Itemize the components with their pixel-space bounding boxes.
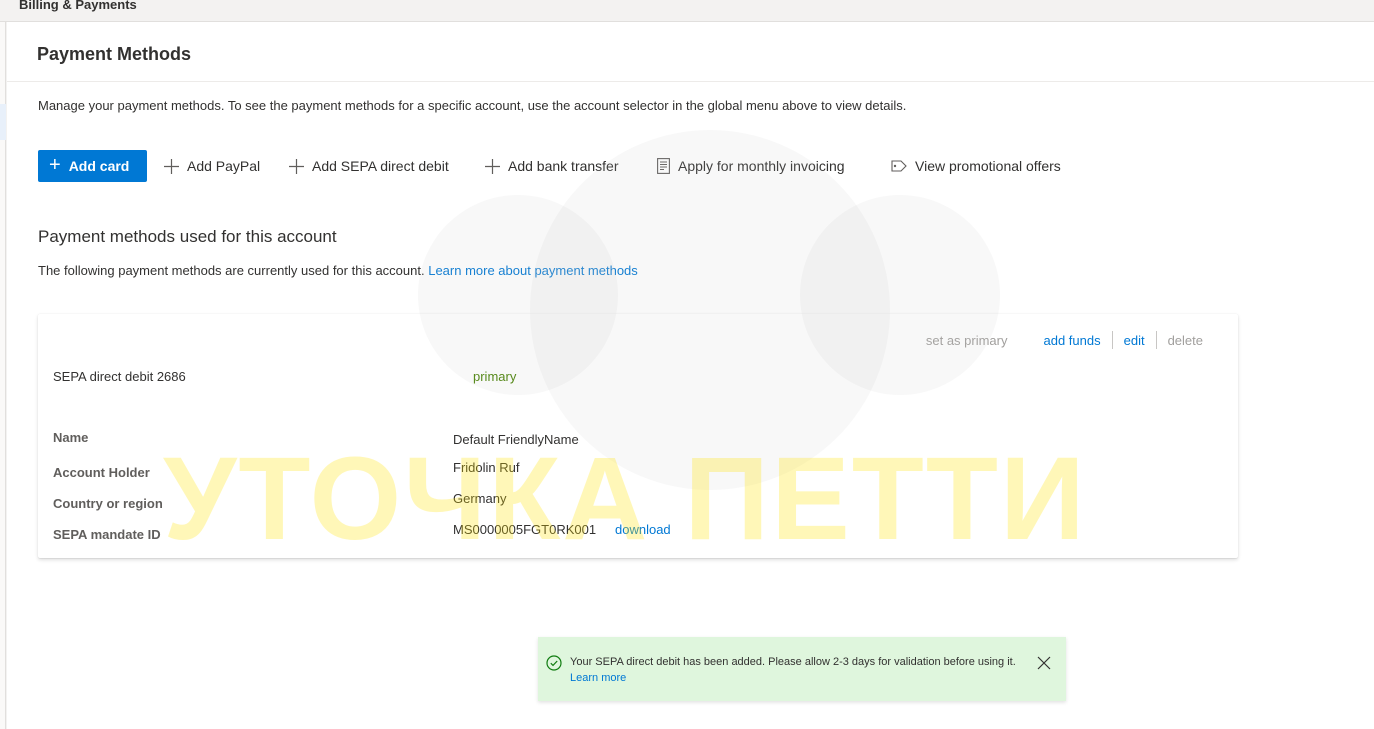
account-holder-value: Fridolin Ruf — [453, 460, 520, 475]
add-sepa-button[interactable]: Add SEPA direct debit — [289, 150, 449, 182]
main-panel: Payment Methods Manage your payment meth… — [7, 22, 1374, 729]
add-card-button[interactable]: + Add card — [38, 150, 147, 182]
plus-icon — [289, 158, 304, 174]
add-bank-transfer-button[interactable]: Add bank transfer — [485, 150, 619, 182]
section-description: The following payment methods are curren… — [38, 263, 638, 278]
learn-more-payment-methods-link[interactable]: Learn more about payment methods — [428, 263, 638, 278]
view-promotional-offers-label: View promotional offers — [915, 158, 1061, 174]
card-actions: set as primary add funds edit delete — [915, 330, 1214, 350]
toast-message-text: Your SEPA direct debit has been added. P… — [570, 656, 1016, 668]
add-paypal-label: Add PayPal — [187, 158, 261, 174]
plus-icon — [164, 158, 179, 174]
top-bar: Billing & Payments — [0, 0, 1374, 22]
payment-method-name: SEPA direct debit 2686 — [53, 369, 186, 384]
name-label: Name — [53, 430, 89, 445]
payment-method-card: set as primary add funds edit delete SEP… — [38, 314, 1238, 558]
toast-learn-more-link[interactable]: Learn more — [570, 672, 626, 684]
view-promotional-offers-button[interactable]: View promotional offers — [891, 150, 1061, 182]
download-mandate-link[interactable]: download — [615, 522, 671, 537]
toast-message: Your SEPA direct debit has been added. P… — [570, 654, 1020, 686]
add-sepa-label: Add SEPA direct debit — [312, 158, 449, 174]
set-as-primary-button[interactable]: set as primary — [915, 333, 1019, 348]
breadcrumb-title[interactable]: Billing & Payments — [19, 0, 137, 12]
section-title: Payment methods used for this account — [38, 227, 337, 246]
page-title: Payment Methods — [37, 44, 192, 64]
add-bank-transfer-label: Add bank transfer — [508, 158, 619, 174]
account-holder-label: Account Holder — [53, 465, 150, 480]
country-label: Country or region — [53, 496, 163, 511]
add-funds-button[interactable]: add funds — [1033, 333, 1112, 348]
left-rail — [0, 22, 6, 729]
invoice-icon — [657, 158, 670, 174]
mandate-id-value: MS0000005FGT0RK001 — [453, 522, 597, 537]
name-value: Default FriendlyName — [453, 432, 579, 447]
apply-monthly-invoicing-label: Apply for monthly invoicing — [678, 158, 845, 174]
tag-icon — [891, 160, 907, 172]
section-description-text: The following payment methods are curren… — [38, 263, 425, 278]
primary-status-badge: primary — [473, 369, 517, 384]
panel-header: Payment Methods — [7, 22, 1374, 82]
success-toast: Your SEPA direct debit has been added. P… — [538, 637, 1066, 701]
close-icon[interactable] — [1036, 655, 1052, 671]
plus-icon: + — [49, 154, 61, 176]
left-rail-selected-indicator — [0, 104, 6, 140]
plus-icon — [485, 158, 500, 174]
page-description: Manage your payment methods. To see the … — [38, 98, 907, 113]
apply-monthly-invoicing-button[interactable]: Apply for monthly invoicing — [657, 150, 845, 182]
delete-button[interactable]: delete — [1157, 333, 1214, 348]
country-value: Germany — [453, 491, 507, 506]
edit-button[interactable]: edit — [1113, 333, 1156, 348]
mandate-id-label: SEPA mandate ID — [53, 527, 161, 542]
checkmark-circle-icon — [546, 655, 562, 671]
add-card-label: Add card — [68, 158, 130, 174]
add-paypal-button[interactable]: Add PayPal — [164, 150, 260, 182]
